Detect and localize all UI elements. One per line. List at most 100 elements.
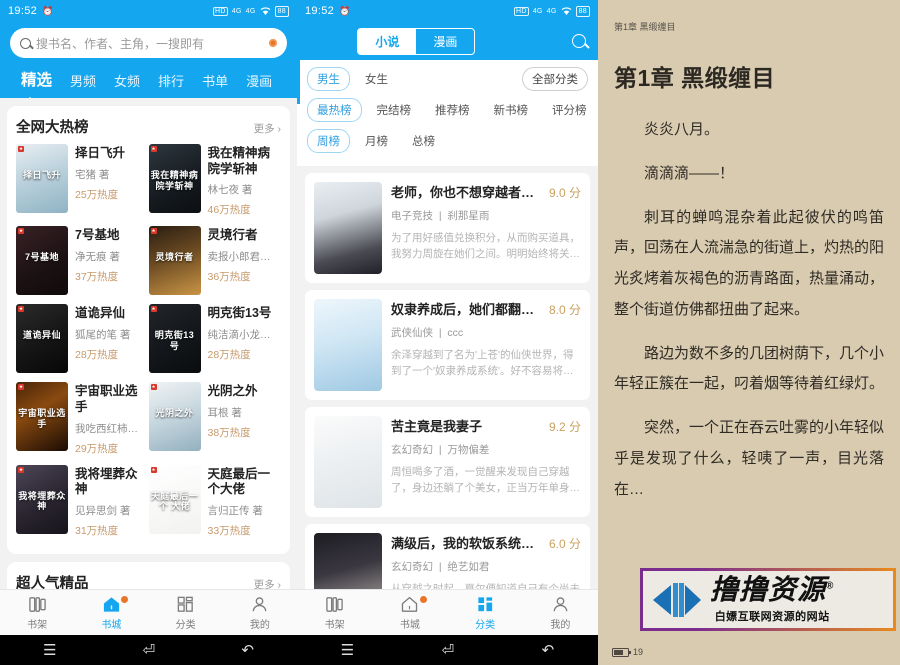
hd-icon: HD	[513, 6, 529, 16]
cover-title-text: 道诡异仙	[22, 330, 61, 341]
wifi-icon	[561, 6, 571, 15]
book-card[interactable]: ★ 我在精神病院学斩神 我在精神病院学斩神 林七夜 著 46万热度	[148, 144, 282, 217]
chip-xinshubang[interactable]: 新书榜	[485, 99, 538, 121]
nav-item-1[interactable]: 书城	[372, 595, 447, 631]
chip-yuebang[interactable]: 月榜	[356, 130, 397, 152]
search-icon	[571, 34, 586, 48]
search-input[interactable]: 搜书名、作者、主角，一搜即有	[36, 35, 204, 52]
home-icon[interactable]: ⏎	[442, 643, 455, 658]
book-heat: 33万热度	[207, 524, 251, 537]
book-card[interactable]: ★ 灵境行者 灵境行者 卖报小郎君… 36万热度	[148, 226, 282, 296]
ranking-list-item[interactable]: 苦主竟是我妻子 9.2 分玄幻奇幻 | 万物偏差 周恒喝多了酒，一觉醒来发现自己穿越…	[305, 407, 590, 517]
book-card[interactable]: ★ 7号基地 7号基地 净无痕 著 37万热度	[16, 226, 149, 296]
book-cover	[314, 299, 382, 391]
all-category-button[interactable]: 全部分类	[522, 67, 588, 91]
ranking-list-item[interactable]: 奴隶养成后，她们都翻身… 8.0 分武侠仙侠 | ccc 余泽穿越到了名为'上苍'的…	[305, 290, 590, 400]
cover-flag-icon: ★	[18, 466, 25, 473]
chip-nvsheng[interactable]: 女生	[356, 68, 397, 90]
book-heat: 31万热度	[75, 524, 119, 537]
book-card[interactable]: ★ 宇宙职业选手 宇宙职业选手 我吃西红柿… 29万热度	[16, 382, 149, 455]
cover-title-text: 我将埋葬众神	[18, 490, 66, 512]
book-cover: ★ 择日飞升	[16, 144, 68, 213]
book-card[interactable]: ★ 我将埋葬众神 我将埋葬众神 见异思剑 著 31万热度	[16, 464, 149, 538]
tab-paihang[interactable]: 排行	[149, 68, 193, 98]
menu-icon[interactable]: ☰	[341, 643, 354, 658]
chip-zuiREbang[interactable]: 最热榜	[307, 98, 362, 122]
book-score: 9.2 分	[548, 420, 581, 434]
book-cover: ★ 我将埋葬众神	[16, 464, 68, 534]
book-author: 纯洁滴小龙…	[207, 328, 271, 341]
search-bar[interactable]: 搜书名、作者、主角，一搜即有	[10, 28, 287, 58]
book-title: 奴隶养成后，她们都翻身…	[391, 302, 542, 317]
nav-item-0[interactable]: 书架	[0, 595, 74, 631]
home-scroll-area[interactable]: 全网大热榜 更多 › ★ 择日飞升 择日飞升 宅猪 著 25万热度 ★ 我在精神病院学斩神我…	[0, 98, 297, 665]
nav-item-2[interactable]: 分类	[149, 595, 223, 631]
book-author: 卖报小郎君…	[207, 250, 271, 263]
chip-tuijianbang[interactable]: 推荐榜	[426, 99, 479, 121]
nav-item-label: 分类	[175, 619, 196, 631]
book-title: 天庭最后一个大佬	[207, 466, 271, 497]
section-more-link[interactable]: 更多 ›	[254, 121, 281, 136]
search-button[interactable]	[571, 34, 586, 48]
bookshelf-icon	[0, 595, 74, 614]
cover-flag-icon: ★	[150, 146, 157, 152]
segment-comic[interactable]: 漫画	[416, 29, 474, 54]
reader-time: 19	[633, 647, 644, 657]
hot-ranking-card: 全网大热榜 更多 › ★ 择日飞升 择日飞升 宅猪 著 25万热度 ★ 我在精神病院学斩神我…	[7, 106, 290, 554]
nav-item-3[interactable]: 我的	[223, 595, 297, 631]
menu-icon[interactable]: ☰	[43, 643, 56, 658]
book-description: 为了用好感值兑换积分，从而购买道具，我努力周旋在她们之间。明明始终将关系压制在…	[391, 232, 580, 261]
chapter-body: 炎炎八月。 滴滴滴——！ 刺耳的蝉鸣混杂着此起彼伏的鸣笛声，回荡在人流湍急的街道上，…	[598, 93, 900, 505]
back-icon[interactable]: ↶	[542, 643, 555, 658]
segment-novel[interactable]: 小说	[358, 28, 417, 54]
battery-level: 88	[575, 5, 590, 17]
book-card[interactable]: ★ 道诡异仙 道诡异仙 狐尾的笔 著 28万热度	[16, 304, 149, 374]
book-heat: 36万热度	[207, 270, 251, 283]
book-heat: 25万热度	[75, 188, 119, 201]
status-time: 19:52	[305, 5, 335, 17]
cover-flag-icon: ★	[150, 384, 157, 391]
book-card[interactable]: ★ 天庭最后一个 大佬 天庭最后一个大佬 言归正传 著 33万热度	[148, 464, 282, 538]
panel-category-ranking: 19:52 ⏰ HD 4G 4G 88 小说 漫画 男生 女生 全部分类 最热榜…	[297, 0, 598, 665]
ranking-book-list[interactable]: 老师，你也不想穿越者身… 9.0 分电子竞技 | 刹那星雨 为了用好感值兑换积分，从…	[297, 166, 598, 648]
book-card[interactable]: ★ 择日飞升 择日飞升 宅猪 著 25万热度	[16, 144, 149, 217]
book-cover: ★ 7号基地	[16, 226, 68, 296]
ranking-list-item[interactable]: 老师，你也不想穿越者身… 9.0 分电子竞技 | 刹那星雨 为了用好感值兑换积分，从…	[305, 173, 590, 283]
watermark-overlay: 撸撸资源® 白嫖互联网资源的网站	[640, 568, 896, 631]
book-cover: ★ 我在精神病院学斩神	[148, 144, 201, 213]
nav-item-3[interactable]: 我的	[523, 595, 598, 631]
chip-zongbang[interactable]: 总榜	[403, 130, 444, 152]
search-icon	[20, 37, 31, 49]
chip-pingfenbang[interactable]: 评分榜	[543, 99, 596, 121]
tab-jingxuan[interactable]: 精选	[12, 65, 61, 98]
cover-title-text: 7号基地	[24, 252, 59, 263]
book-author: 林七夜 著	[207, 184, 253, 197]
reader-paragraph: 炎炎八月。	[644, 121, 720, 138]
battery-level: 88	[274, 5, 289, 17]
book-card[interactable]: ★ 明克街13号 明克街13号 纯洁滴小龙… 28万热度	[148, 304, 282, 374]
book-title: 我在精神病院学斩神	[207, 146, 271, 176]
tab-shudan[interactable]: 书单	[193, 68, 237, 98]
back-icon[interactable]: ↶	[241, 643, 254, 658]
panel-reader[interactable]: 第1章 黑缎缠目 第1章 黑缎缠目 炎炎八月。 滴滴滴——！ 刺耳的蝉鸣混杂着此起彼…	[598, 0, 900, 665]
nav-item-label: 书架	[324, 619, 345, 631]
chip-zhoubang[interactable]: 周榜	[307, 129, 350, 153]
chip-nansheng[interactable]: 男生	[307, 67, 350, 91]
book-card[interactable]: ★ 光阴之外 光阴之外 耳根 著 38万热度	[148, 382, 282, 455]
book-heat: 38万热度	[207, 426, 251, 439]
tab-nanpin[interactable]: 男频	[61, 68, 105, 98]
cover-title-text: 宇宙职业选手	[18, 408, 66, 429]
tab-manhua[interactable]: 漫画	[237, 68, 281, 98]
nav-item-2[interactable]: 分类	[448, 595, 523, 631]
book-author: 宅猪 著	[75, 168, 110, 181]
nav-item-1[interactable]: 书城	[74, 595, 148, 631]
alarm-clock-icon: ⏰	[339, 5, 351, 16]
chapter-title: 第1章 黑缎缠目	[614, 65, 776, 91]
tab-nvpin[interactable]: 女频	[105, 68, 149, 98]
nav-item-0[interactable]: 书架	[297, 595, 372, 631]
home-icon[interactable]: ⏎	[143, 643, 156, 658]
chip-wanjiebang[interactable]: 完结榜	[368, 99, 421, 121]
segmented-control: 小说 漫画	[357, 27, 476, 55]
book-title: 老师，你也不想穿越者身…	[391, 185, 542, 200]
book-score: 8.0 分	[548, 303, 581, 317]
